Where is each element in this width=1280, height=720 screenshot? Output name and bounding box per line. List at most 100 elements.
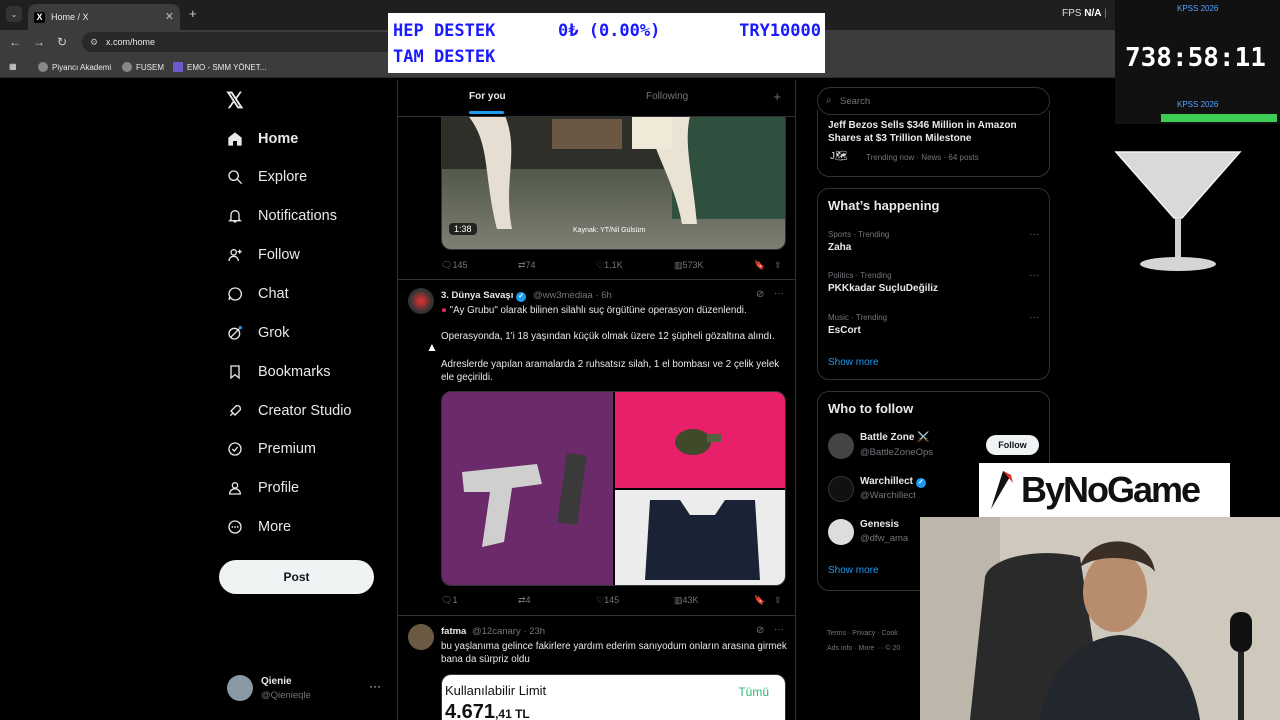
nav-chat[interactable]: Chat xyxy=(226,281,289,307)
tweet3-text: bu yaşlanıma gelince fakirlere yardım ed… xyxy=(441,641,787,665)
grok-icon[interactable]: ⊘ xyxy=(756,625,764,636)
timer-label-top: KPSS 2026 xyxy=(1177,4,1219,13)
trend-meta: Music · Trending xyxy=(828,313,888,322)
avatar[interactable] xyxy=(828,476,854,502)
follow-name[interactable]: Genesis xyxy=(860,519,899,530)
trend-name[interactable]: EsCort xyxy=(828,325,861,336)
tab-following[interactable]: Following xyxy=(646,91,688,102)
home-icon xyxy=(226,130,244,148)
follow-handle: @BattleZoneOps xyxy=(860,447,934,458)
more-dots-icon[interactable]: ··· xyxy=(1029,229,1039,240)
more-dots-icon[interactable]: ··· xyxy=(1029,312,1039,323)
nav-follow[interactable]: Follow xyxy=(226,242,300,268)
more-dots-icon[interactable]: ··· xyxy=(1029,270,1039,281)
favicon-icon xyxy=(173,62,183,72)
search-input[interactable]: ⌕ Search xyxy=(817,87,1050,115)
more-dots-icon[interactable]: ··· xyxy=(774,288,784,299)
image-grenade[interactable] xyxy=(615,392,785,488)
site-info-icon[interactable]: ⚙ xyxy=(90,37,98,48)
x-logo-icon[interactable]: 𝕏 xyxy=(226,88,244,114)
more-dots-icon[interactable]: ··· xyxy=(774,624,784,635)
news-avatars: J🗺 xyxy=(830,151,848,162)
avatar[interactable] xyxy=(828,519,854,545)
new-tab-icon[interactable]: + xyxy=(189,6,197,21)
tab-close-icon[interactable]: ✕ xyxy=(165,10,174,23)
show-more-link[interactable]: Show more xyxy=(828,357,879,368)
grok-icon[interactable]: ⊘ xyxy=(756,289,764,300)
show-more-link[interactable]: Show more xyxy=(828,565,879,576)
reload-icon[interactable]: ↻ xyxy=(57,35,67,49)
account-name: Qienie xyxy=(261,676,292,687)
bookmark-emo[interactable]: EMO - SMM YÖNET... xyxy=(173,62,266,72)
like-button[interactable]: ♡ 1.1K xyxy=(596,260,623,271)
news-card[interactable]: Jeff Bezos Sells $346 Million in Amazon … xyxy=(817,110,1050,177)
webcam-feed xyxy=(920,517,1280,720)
nav-notifications[interactable]: Notifications xyxy=(226,203,337,229)
tweet3-author[interactable]: fatma xyxy=(441,626,466,637)
share-icon[interactable]: ⇪ xyxy=(774,595,782,606)
timer-value: 738:58:11 xyxy=(1125,43,1266,73)
follow-name[interactable]: Battle Zone ⚔️ xyxy=(860,432,930,443)
trend-name[interactable]: Zaha xyxy=(828,242,851,253)
nav-profile[interactable]: Profile xyxy=(226,475,299,501)
avatar[interactable] xyxy=(828,433,854,459)
nav-more[interactable]: More xyxy=(226,514,291,540)
follow-name[interactable]: Warchillect ✓ xyxy=(860,476,926,488)
brand-mark-icon xyxy=(991,471,1013,509)
post-button[interactable]: Post xyxy=(219,560,374,594)
nav-explore[interactable]: Explore xyxy=(226,164,307,190)
tab-search-icon[interactable]: ⌄ xyxy=(6,6,22,22)
account-switcher[interactable]: Qienie @Qienieqle ··· xyxy=(227,675,387,705)
more-circle-icon xyxy=(226,518,244,536)
bookmark-fusem[interactable]: FUSEM xyxy=(122,62,164,72)
reply-button[interactable]: 🗨 1 xyxy=(441,595,457,606)
forward-icon[interactable]: → xyxy=(33,35,45,49)
nav-premium[interactable]: Premium xyxy=(226,436,316,462)
nav-grok[interactable]: Grok xyxy=(226,320,289,346)
tweet2-handle[interactable]: @ww3mediaa · 6h xyxy=(533,290,612,301)
tweet2-author[interactable]: 3. Dünya Savaşı ✓ xyxy=(441,290,526,302)
avatar[interactable] xyxy=(408,624,434,650)
avatar[interactable] xyxy=(408,288,434,314)
image-vest[interactable] xyxy=(615,490,785,585)
bookmark-icon[interactable]: 🔖 xyxy=(754,260,765,271)
vest-image xyxy=(645,500,760,580)
tweet2-text-3: Adreslerde yapılan aramalarda 2 ruhsatsı… xyxy=(441,359,780,383)
account-handle: @Qienieqle xyxy=(261,690,311,701)
tweet3-image[interactable]: Kullanılabilir Limit Tümü 4.671,41 TL xyxy=(441,674,786,720)
brand-text: ByNoGame xyxy=(1021,469,1201,510)
views-button[interactable]: ▥ 573K xyxy=(674,260,704,271)
browser-tab[interactable]: X Home / X ✕ xyxy=(28,4,180,30)
timer-label-bottom: KPSS 2026 xyxy=(1177,100,1219,109)
repost-button[interactable]: ⇄ 4 xyxy=(518,595,531,606)
pistol-image xyxy=(462,452,587,547)
reply-button[interactable]: 🗨 145 xyxy=(441,260,467,271)
more-dots-icon[interactable]: ··· xyxy=(369,679,381,693)
footer-line[interactable]: Terms · Privacy · Cook xyxy=(827,630,927,637)
bookmark-icon[interactable]: 🔖 xyxy=(754,595,765,606)
repost-button[interactable]: ⇄ 74 xyxy=(518,260,536,271)
bookmark-piyanci[interactable]: Piyancı Akademi xyxy=(38,62,111,72)
tab-for-you[interactable]: For you xyxy=(469,91,506,102)
share-icon[interactable]: ⇪ xyxy=(774,260,782,271)
mouse-cursor-icon: ▲ xyxy=(426,340,438,354)
footer-line[interactable]: Ads info · More ··· © 20 xyxy=(827,645,927,652)
tweet2-images[interactable] xyxy=(441,391,786,586)
apps-grid-icon[interactable]: ▦ xyxy=(9,62,17,71)
follow-handle: @dfw_ama xyxy=(860,533,909,544)
image-pistol[interactable] xyxy=(442,392,613,585)
tweet3-handle[interactable]: @12canary · 23h xyxy=(472,626,545,637)
follow-button[interactable]: Follow xyxy=(986,435,1039,455)
add-tab-icon[interactable]: + xyxy=(773,89,781,104)
like-button[interactable]: ♡ 145 xyxy=(596,595,619,606)
views-button[interactable]: ▥ 43K xyxy=(674,595,699,606)
tweet-video[interactable]: 1:38 Kaynak: YT/Nil Gülsüm xyxy=(441,108,786,250)
nav-bookmarks[interactable]: Bookmarks xyxy=(226,359,331,385)
nav-home[interactable]: Home xyxy=(226,126,298,152)
trend-name[interactable]: PKKkadar SuçluDeğiliz xyxy=(828,283,938,294)
verified-icon: ✓ xyxy=(516,292,526,302)
nav-creator-studio[interactable]: Creator Studio xyxy=(226,398,352,424)
back-icon[interactable]: ← xyxy=(9,35,21,49)
ticker-mid: 0₺ (0.00%) xyxy=(558,21,661,41)
card-label: Kullanılabilir Limit xyxy=(445,683,547,698)
